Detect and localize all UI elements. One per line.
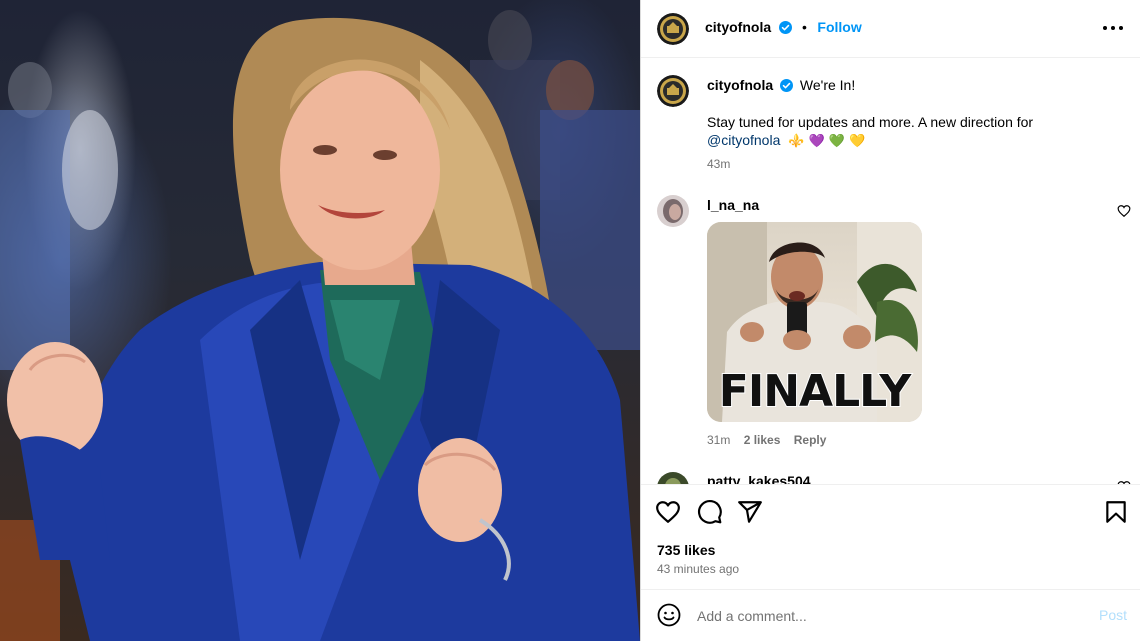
verified-badge-icon [778,21,792,34]
header-identity: cityofnola • Follow [705,19,862,37]
caption-body: Stay tuned for updates and more. A new d… [707,113,1107,151]
comment-like-icon[interactable] [1117,204,1131,218]
verified-badge-icon [780,79,794,92]
likes-count[interactable]: 735 likes [657,542,715,558]
header-separator: • [802,19,807,35]
comment-gif[interactable]: FINALLY [707,222,922,422]
comment-likes[interactable]: 2 likes [744,433,781,447]
comment-composer: Post [641,590,1140,641]
reply-button[interactable]: Reply [794,433,827,447]
like-heart-icon[interactable] [655,499,681,525]
commenter-avatar[interactable] [657,195,689,227]
comment-meta: 31m 2 likes Reply [707,433,826,447]
more-options-icon[interactable] [1101,18,1125,38]
post-side-panel: cityofnola • Follow cityofnola We're In!… [640,0,1140,641]
photo-illustration [0,10,640,641]
follow-button[interactable]: Follow [817,19,861,35]
commenter-username[interactable]: patty_kakes504 [707,473,811,484]
city-seal-icon [657,75,689,107]
commenter-username[interactable]: l_na_na [707,197,759,213]
author-username[interactable]: cityofnola [705,19,771,35]
share-send-icon[interactable] [737,499,763,525]
comments-list[interactable]: cityofnola We're In! Stay tuned for upda… [641,59,1140,484]
post-header: cityofnola • Follow [641,0,1140,58]
post-comment-button[interactable]: Post [1099,607,1127,623]
caption-time: 43m [707,157,731,171]
author-avatar[interactable] [657,13,689,45]
city-seal-icon [657,13,689,45]
caption-username[interactable]: cityofnola [707,77,773,93]
caption-avatar[interactable] [657,75,689,107]
comment-bubble-icon[interactable] [697,499,723,525]
post-timestamp: 43 minutes ago [657,562,740,576]
caption-emojis: ⚜️ 💜 💚 💛 [788,134,866,149]
emoji-icon[interactable] [657,603,681,627]
caption-headline-row: cityofnola We're In! [707,76,1107,94]
caption-body-text: Stay tuned for updates and more. A new d… [707,114,1034,130]
gif-caption: FINALLY [718,365,912,418]
comment-author: l_na_na [707,197,759,215]
avatar-photo-icon [657,472,689,484]
save-bookmark-icon[interactable] [1103,499,1129,525]
caption-headline: We're In! [799,77,856,93]
comment-author: patty_kakes504 [707,473,811,484]
post-photo [0,0,640,641]
action-bar: 735 likes 43 minutes ago [641,484,1140,590]
commenter-avatar[interactable] [657,472,689,484]
comment-time: 31m [707,433,731,447]
comment-input[interactable] [697,604,1067,628]
caption-mention-link[interactable]: @cityofnola [707,132,780,148]
avatar-photo-icon [657,195,689,227]
caption: cityofnola We're In! Stay tuned for upda… [707,76,1107,171]
